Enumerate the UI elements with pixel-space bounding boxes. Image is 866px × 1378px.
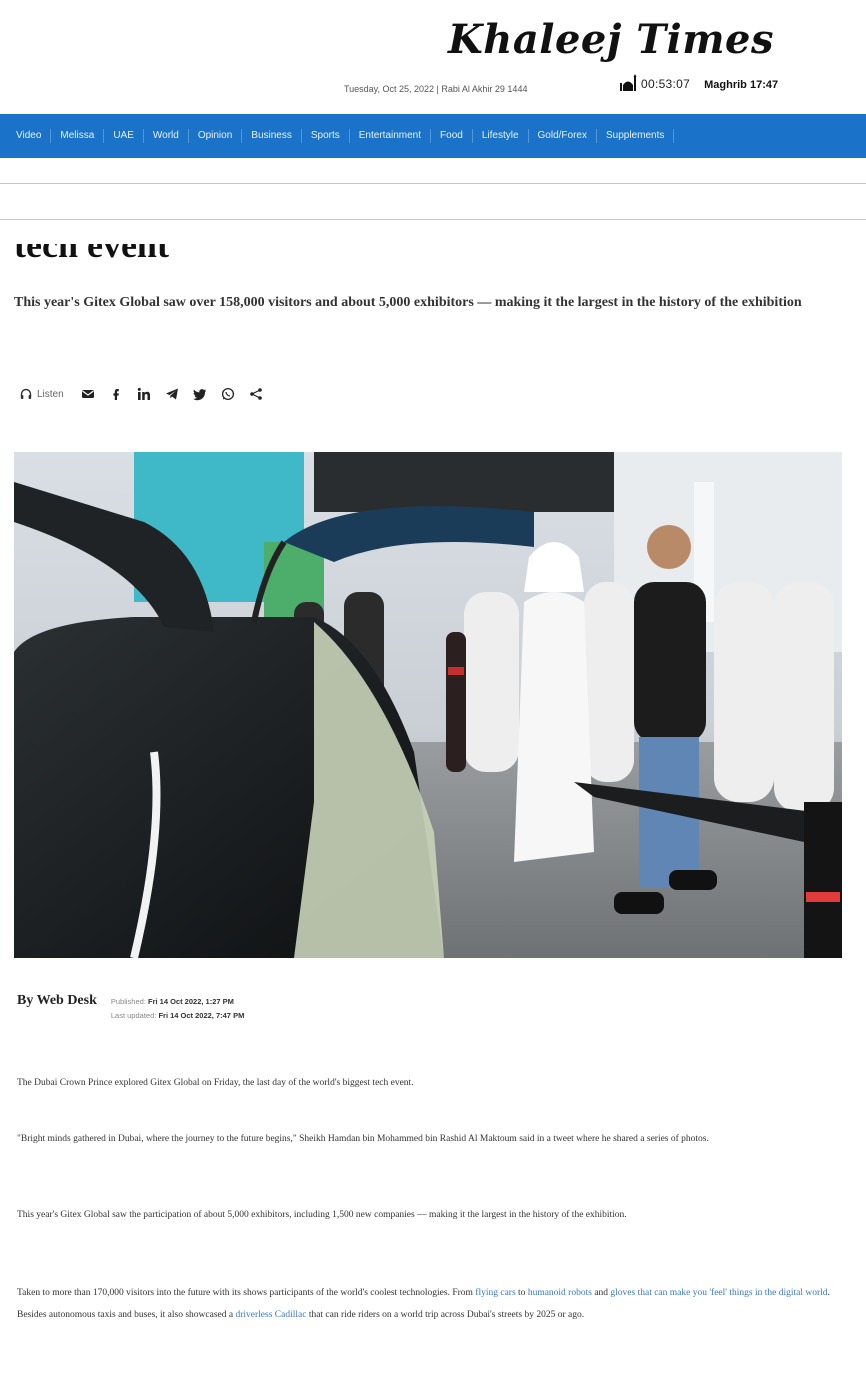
nav-item-lifestyle[interactable]: Lifestyle bbox=[473, 129, 529, 143]
article-headline: tech event bbox=[14, 244, 514, 268]
nav-item-supplements[interactable]: Supplements bbox=[597, 129, 675, 143]
share-icon[interactable] bbox=[248, 386, 264, 402]
telegram-icon[interactable] bbox=[164, 386, 180, 402]
facebook-icon[interactable] bbox=[108, 386, 124, 402]
article-paragraph: Taken to more than 170,000 visitors into… bbox=[17, 1282, 837, 1326]
prayer-countdown: 00:53:07 bbox=[641, 77, 691, 91]
link-flying-cars[interactable]: flying cars bbox=[475, 1288, 515, 1298]
link-driverless-cadillac[interactable]: driverless Cadillac bbox=[235, 1310, 306, 1320]
email-icon[interactable] bbox=[80, 386, 96, 402]
paragraph-text: Taken to more than 170,000 visitors into… bbox=[17, 1288, 476, 1298]
listen-label: Listen bbox=[37, 388, 64, 400]
nav-item-video[interactable]: Video bbox=[0, 129, 52, 143]
paragraph-text: to bbox=[515, 1288, 528, 1298]
nav-item-food[interactable]: Food bbox=[431, 129, 473, 143]
updated-label: Last updated: bbox=[110, 1011, 157, 1020]
whatsapp-icon[interactable] bbox=[220, 386, 236, 402]
article-paragraph: "Bright minds gathered in Dubai, where t… bbox=[17, 1134, 709, 1144]
timestamps: Published: Fri 14 Oct 2022, 1:27 PM Last… bbox=[111, 993, 244, 1023]
prayer-times: 00:53:07 Maghrib 17:47 bbox=[619, 73, 778, 91]
published-date: Fri 14 Oct 2022, 1:27 PM bbox=[148, 997, 234, 1006]
article-paragraph: This year's Gitex Global saw the partici… bbox=[17, 1210, 627, 1220]
published-label: Published: bbox=[110, 997, 146, 1006]
listen-button[interactable]: Listen bbox=[20, 388, 64, 400]
headphones-icon bbox=[20, 388, 32, 399]
headline-text: tech event bbox=[14, 244, 169, 265]
paragraph-text: and bbox=[591, 1288, 611, 1298]
next-prayer: Maghrib 17:47 bbox=[704, 79, 779, 91]
author-name[interactable]: By Web Desk bbox=[17, 993, 97, 1009]
divider bbox=[0, 219, 866, 220]
dateline: Tuesday, Oct 25, 2022 | Rabi Al Akhir 29… bbox=[344, 84, 528, 94]
nav-item-sports[interactable]: Sports bbox=[302, 129, 350, 143]
byline: By Web Desk Published: Fri 14 Oct 2022, … bbox=[17, 993, 244, 1023]
mosque-icon bbox=[620, 74, 637, 91]
article-summary: This year's Gitex Global saw over 158,00… bbox=[14, 295, 802, 310]
nav-item-entertainment[interactable]: Entertainment bbox=[350, 129, 432, 143]
article-paragraph: The Dubai Crown Prince explored Gitex Gl… bbox=[17, 1078, 414, 1088]
nav-item-world[interactable]: World bbox=[144, 129, 189, 143]
nav-item-gold-forex[interactable]: Gold/Forex bbox=[529, 129, 597, 143]
divider bbox=[0, 183, 866, 184]
nav-item-melissa[interactable]: Melissa bbox=[51, 129, 105, 143]
nav-item-opinion[interactable]: Opinion bbox=[189, 129, 243, 143]
nav-item-business[interactable]: Business bbox=[242, 129, 302, 143]
article-hero-image bbox=[14, 452, 842, 958]
main-nav: Video Melissa UAE World Opinion Business… bbox=[0, 114, 866, 158]
masthead: Khaleej Times Tuesday, Oct 25, 2022 | Ra… bbox=[0, 0, 866, 112]
paragraph-text: that can ride riders on a world trip acr… bbox=[306, 1310, 585, 1320]
updated-date: Fri 14 Oct 2022, 7:47 PM bbox=[158, 1011, 245, 1020]
nav-item-uae[interactable]: UAE bbox=[104, 129, 144, 143]
link-haptic-gloves[interactable]: gloves that can make you 'feel' things i… bbox=[610, 1288, 827, 1298]
twitter-icon[interactable] bbox=[192, 386, 208, 402]
site-logo[interactable]: Khaleej Times bbox=[448, 16, 774, 63]
link-humanoid-robots[interactable]: humanoid robots bbox=[528, 1288, 592, 1298]
share-bar: Listen bbox=[20, 384, 264, 404]
linkedin-icon[interactable] bbox=[136, 386, 152, 402]
